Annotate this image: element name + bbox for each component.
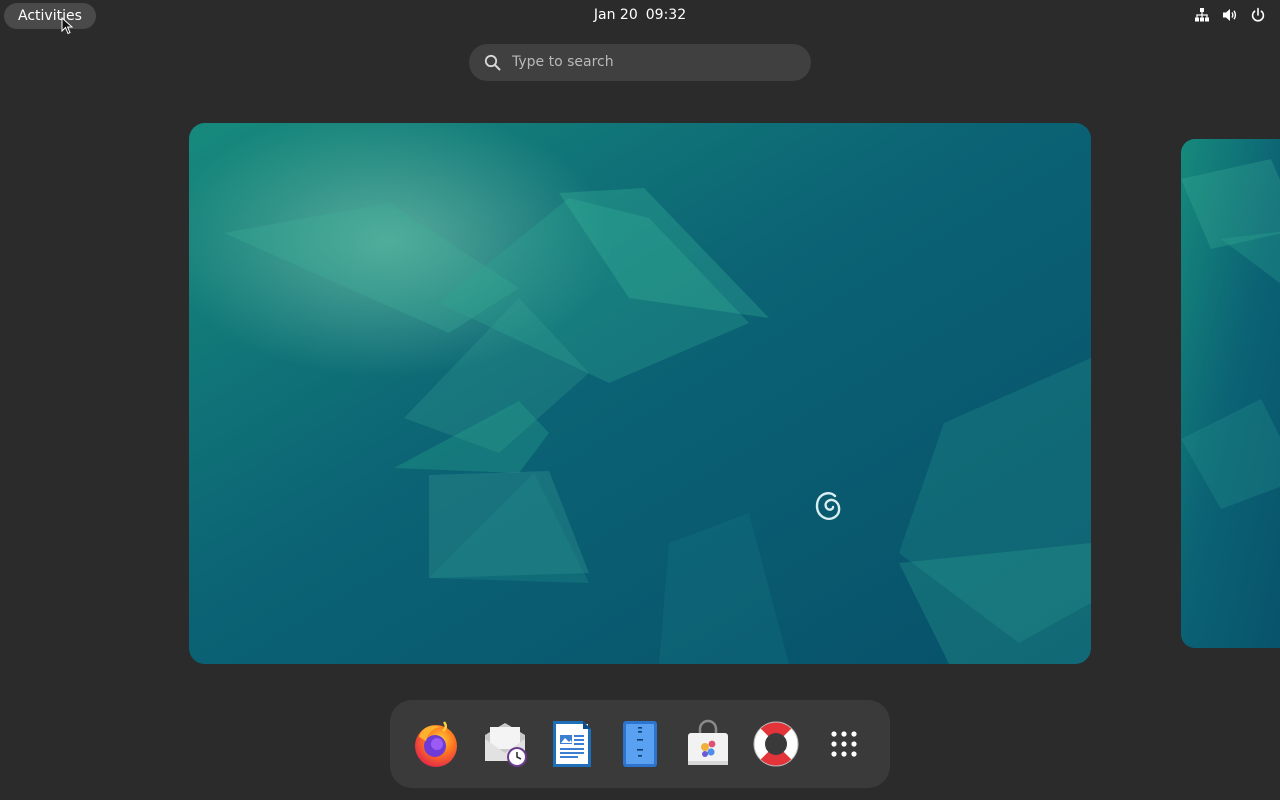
firefox-icon: [415, 721, 457, 767]
clock-button[interactable]: Jan 20 09:32: [540, 0, 740, 30]
dash-item-text-editor[interactable]: [615, 719, 665, 769]
mail-clock-icon: [485, 723, 527, 767]
activities-button[interactable]: Activities: [4, 3, 96, 29]
writer-document-icon: [553, 721, 591, 767]
wallpaper-image-partial: [1181, 139, 1280, 648]
dash-item-firefox[interactable]: [411, 719, 461, 769]
dash-item-writer[interactable]: [547, 719, 597, 769]
dash-item-software[interactable]: [683, 719, 733, 769]
dash: [390, 700, 890, 788]
text-editor-icon: [623, 721, 657, 767]
lifebuoy-icon: [753, 721, 799, 767]
search-placeholder: Type to search: [512, 54, 614, 70]
mouse-cursor-icon: [61, 17, 73, 35]
workspace-thumbnail-next[interactable]: [1181, 139, 1280, 648]
show-applications-button[interactable]: [819, 719, 869, 769]
app-grid-icon: [831, 731, 857, 757]
clock-date: Jan 20: [593, 7, 638, 23]
top-bar: Activities Jan 20 09:32: [0, 0, 1280, 35]
workspace-thumbnail-active[interactable]: [189, 123, 1091, 664]
dash-item-help[interactable]: [751, 719, 801, 769]
wallpaper-image: [189, 123, 1091, 664]
clock-time: 09:32: [645, 7, 687, 23]
system-tray[interactable]: [1194, 7, 1266, 23]
software-bag-icon: [688, 719, 728, 765]
search-entry[interactable]: Type to search: [469, 44, 811, 81]
volume-icon[interactable]: [1222, 7, 1238, 23]
power-icon[interactable]: [1250, 7, 1266, 23]
debian-swirl-logo: [815, 492, 841, 520]
dash-item-evolution[interactable]: [480, 719, 530, 769]
network-icon[interactable]: [1194, 7, 1210, 23]
search-icon: [484, 54, 501, 71]
